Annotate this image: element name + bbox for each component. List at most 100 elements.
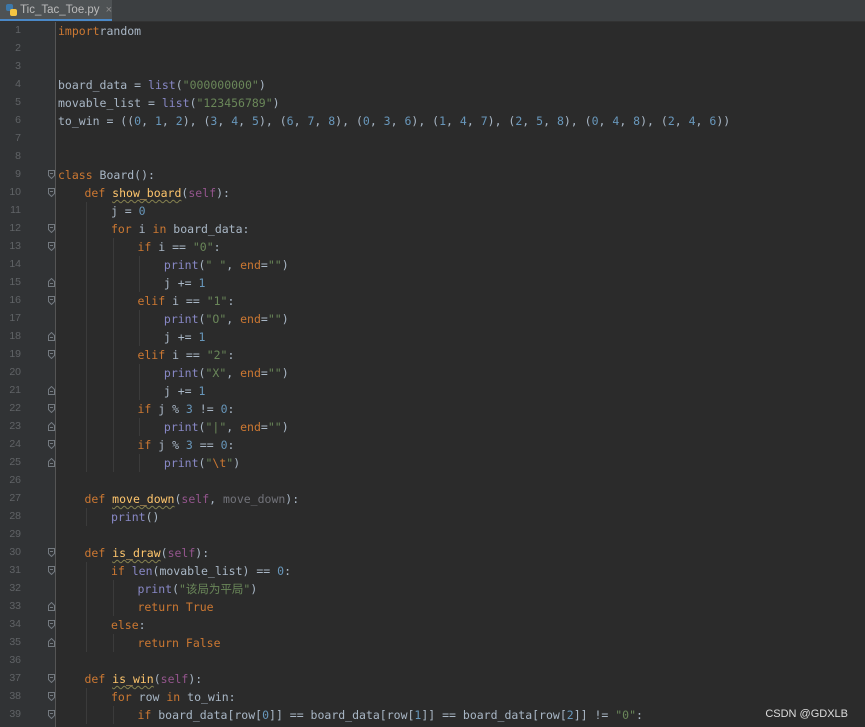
code-line[interactable]: 19 elif i == "2": [0, 346, 865, 364]
indent-guide [112, 436, 114, 454]
code-line[interactable]: 16 elif i == "1": [0, 292, 865, 310]
line-number: 18 [9, 330, 21, 342]
code-token: to_win = (( [58, 114, 135, 128]
code-text: print() [111, 508, 159, 526]
code-token: , [238, 114, 252, 128]
code-line[interactable]: 29 [0, 526, 865, 544]
code-line[interactable]: 13 if i == "0": [0, 238, 865, 256]
code-line[interactable]: 30 def is_draw(self): [0, 544, 865, 562]
indent-guide [112, 454, 114, 472]
indent-guide [86, 634, 88, 652]
code-line[interactable]: 37 def is_win(self): [0, 670, 865, 688]
vertical-scrollbar[interactable] [851, 22, 865, 727]
code-line[interactable]: 1 importrandom [0, 22, 865, 40]
code-line[interactable]: 18 j += 1 [0, 328, 865, 346]
code-line[interactable]: 36 [0, 652, 865, 670]
fold-close-icon[interactable] [48, 332, 55, 341]
code-line[interactable]: 26 [0, 472, 865, 490]
code-line[interactable]: 23 print("|", end="") [0, 418, 865, 436]
fold-close-icon[interactable] [48, 458, 55, 467]
code-line[interactable]: 2 [0, 40, 865, 58]
code-line[interactable]: 10 def show_board(self): [0, 184, 865, 202]
code-token: , [522, 114, 537, 128]
code-line[interactable]: 39 if board_data[row[0]] == board_data[ro… [0, 706, 865, 724]
code-token: end [240, 312, 261, 326]
fold-close-icon[interactable] [48, 638, 55, 647]
code-text: j += 1 [164, 382, 206, 400]
code-line[interactable]: 8 [0, 148, 865, 166]
fold-open-icon[interactable] [48, 566, 55, 575]
code-text: board_data = list("000000000") [58, 76, 266, 94]
code-line[interactable]: 34 else: [0, 616, 865, 634]
fold-close-icon[interactable] [48, 278, 55, 287]
fold-open-icon[interactable] [48, 440, 55, 449]
code-line[interactable]: 27 def move_down(self, move_down): [0, 490, 865, 508]
indent-guide [112, 598, 114, 616]
file-tab-label: Tic_Tac_Toe.py [20, 3, 100, 16]
fold-open-icon[interactable] [48, 404, 55, 413]
code-token: end [240, 420, 261, 434]
fold-open-icon[interactable] [48, 296, 55, 305]
fold-close-icon[interactable] [48, 386, 55, 395]
indent-guide [112, 382, 114, 400]
code-line[interactable]: 15 j += 1 [0, 274, 865, 292]
code-line[interactable]: 24 if j % 3 == 0: [0, 436, 865, 454]
code-line[interactable]: 31 if len(movable_list) == 0: [0, 562, 865, 580]
code-token: show_board [112, 186, 182, 200]
code-token: list [148, 78, 176, 92]
fold-close-icon[interactable] [48, 422, 55, 431]
code-token: "O" [205, 312, 227, 326]
code-line[interactable]: 17 print("O", end="") [0, 310, 865, 328]
line-number: 39 [9, 708, 21, 720]
code-line[interactable]: 4 board_data = list("000000000") [0, 76, 865, 94]
close-tab-icon[interactable]: × [106, 4, 112, 16]
code-token: )) [716, 114, 731, 128]
fold-open-icon[interactable] [48, 170, 55, 179]
code-line[interactable]: 7 [0, 130, 865, 148]
code-token: board_data[row[ [158, 708, 263, 722]
code-line[interactable]: 12 for i in board_data: [0, 220, 865, 238]
code-token: if [137, 438, 159, 452]
code-line[interactable]: 33 return True [0, 598, 865, 616]
code-text: j += 1 [164, 328, 206, 346]
fold-open-icon[interactable] [48, 620, 55, 629]
code-line[interactable]: 20 print("X", end="") [0, 364, 865, 382]
indent-guide [112, 346, 114, 364]
fold-open-icon[interactable] [48, 224, 55, 233]
code-token: in [166, 690, 188, 704]
fold-open-icon[interactable] [48, 710, 55, 719]
code-line[interactable]: 25 print("\t") [0, 454, 865, 472]
code-line[interactable]: 14 print(" ", end="") [0, 256, 865, 274]
indent-guide [139, 328, 141, 346]
code-line[interactable]: 32 print("该局为平局") [0, 580, 865, 598]
code-token: (): [134, 168, 155, 182]
indent-guide [86, 202, 88, 220]
code-line[interactable]: 28 print() [0, 508, 865, 526]
fold-open-icon[interactable] [48, 548, 55, 557]
code-line[interactable]: 6 to_win = ((0, 1, 2), (3, 4, 5), (6, 7, … [0, 112, 865, 130]
file-tab[interactable]: Tic_Tac_Toe.py × [0, 0, 112, 21]
code-editor[interactable]: 1 importrandom 2 3 4 board_data = list("00000… [0, 22, 865, 727]
fold-open-icon[interactable] [48, 242, 55, 251]
fold-open-icon[interactable] [48, 674, 55, 683]
code-token: 1 [198, 330, 206, 344]
code-line[interactable]: 35 return False [0, 634, 865, 652]
fold-close-icon[interactable] [48, 602, 55, 611]
code-line[interactable]: 5 movable_list = list("123456789") [0, 94, 865, 112]
code-token: move_down [112, 492, 175, 506]
code-line[interactable]: 3 [0, 58, 865, 76]
code-line[interactable]: 11 j = 0 [0, 202, 865, 220]
code-token: , [619, 114, 634, 128]
code-token: ), ( [411, 114, 440, 128]
fold-open-icon[interactable] [48, 692, 55, 701]
code-token: "" [267, 312, 282, 326]
fold-open-icon[interactable] [48, 350, 55, 359]
indent-guide [86, 580, 88, 598]
code-line[interactable]: 21 j += 1 [0, 382, 865, 400]
code-line[interactable]: 9 class Board(): [0, 166, 865, 184]
fold-open-icon[interactable] [48, 188, 55, 197]
code-token: () [145, 510, 160, 524]
code-line[interactable]: 38 for row in to_win: [0, 688, 865, 706]
code-line[interactable]: 22 if j % 3 != 0: [0, 400, 865, 418]
line-number: 6 [15, 114, 21, 126]
